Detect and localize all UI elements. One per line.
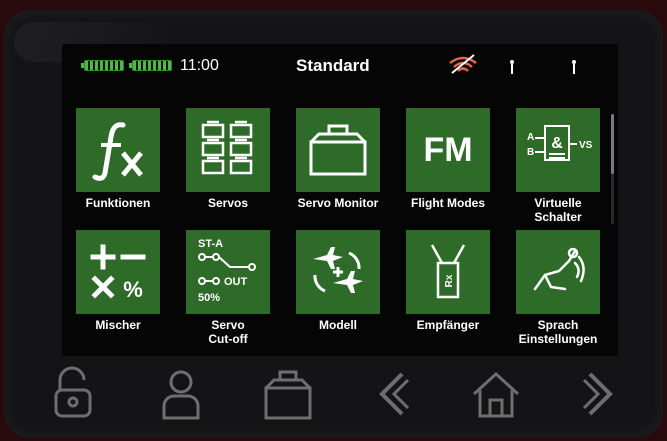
tile-label: Servo Cut-off	[208, 318, 248, 346]
touch-screen: 11:00 Standard Funktionen Servos Servo M…	[62, 44, 618, 356]
servo-cutoff-icon: ST-A OUT 50%	[198, 238, 256, 304]
svg-text:VS: VS	[579, 140, 593, 151]
function-icon	[92, 122, 143, 181]
tile-label: Servo Monitor	[297, 196, 379, 210]
servos-icon	[201, 120, 253, 175]
svg-text:Rx: Rx	[444, 274, 455, 287]
tile-label: Modell	[319, 318, 357, 332]
svg-text:A: A	[527, 132, 534, 143]
servo-monitor-icon	[309, 124, 367, 176]
user-icon[interactable]	[158, 366, 204, 422]
flight-modes-icon: FM	[423, 130, 473, 169]
mixer-icon: %	[90, 244, 146, 302]
antenna-icon	[572, 60, 576, 74]
home-icon[interactable]	[470, 366, 522, 422]
status-bar: 11:00 Standard	[62, 44, 618, 86]
svg-text:%: %	[123, 277, 143, 302]
battery-receiver-icon	[129, 60, 172, 71]
svg-text:OUT: OUT	[224, 276, 248, 288]
model-case-icon[interactable]	[260, 366, 316, 422]
menu-grid: Funktionen Servos Servo Monitor FM Fligh…	[62, 90, 618, 356]
receiver-icon: Rx	[430, 244, 466, 299]
tile-label: Virtuelle Schalter	[534, 196, 582, 224]
voice-settings-icon	[533, 247, 585, 291]
bottom-navigation	[50, 366, 620, 426]
tile-label: Sprach Einstellungen	[518, 318, 598, 346]
model-icon	[313, 247, 363, 293]
svg-text:B: B	[527, 147, 534, 158]
scrollbar[interactable]	[611, 114, 614, 224]
forward-icon[interactable]	[576, 366, 622, 422]
tile-label: Empfänger	[416, 318, 480, 332]
signal-icon	[449, 54, 477, 74]
clock: 11:00	[180, 57, 219, 74]
svg-text:50%: 50%	[198, 292, 220, 304]
tile-label: Servos	[207, 196, 249, 210]
virtual-switch-icon: & A B VS	[527, 125, 593, 161]
svg-text:ST-A: ST-A	[198, 238, 223, 250]
tile-label: Flight Modes	[411, 196, 485, 210]
back-icon[interactable]	[370, 366, 416, 422]
unlock-icon[interactable]	[50, 366, 96, 422]
tile-label: Mischer	[95, 318, 141, 332]
antenna-icon	[510, 60, 514, 74]
battery-transmitter-icon	[81, 60, 124, 71]
scrollbar-thumb[interactable]	[611, 114, 614, 174]
tile-label: Funktionen	[85, 196, 151, 210]
model-title: Standard	[296, 56, 370, 75]
svg-text:&: &	[551, 135, 563, 152]
